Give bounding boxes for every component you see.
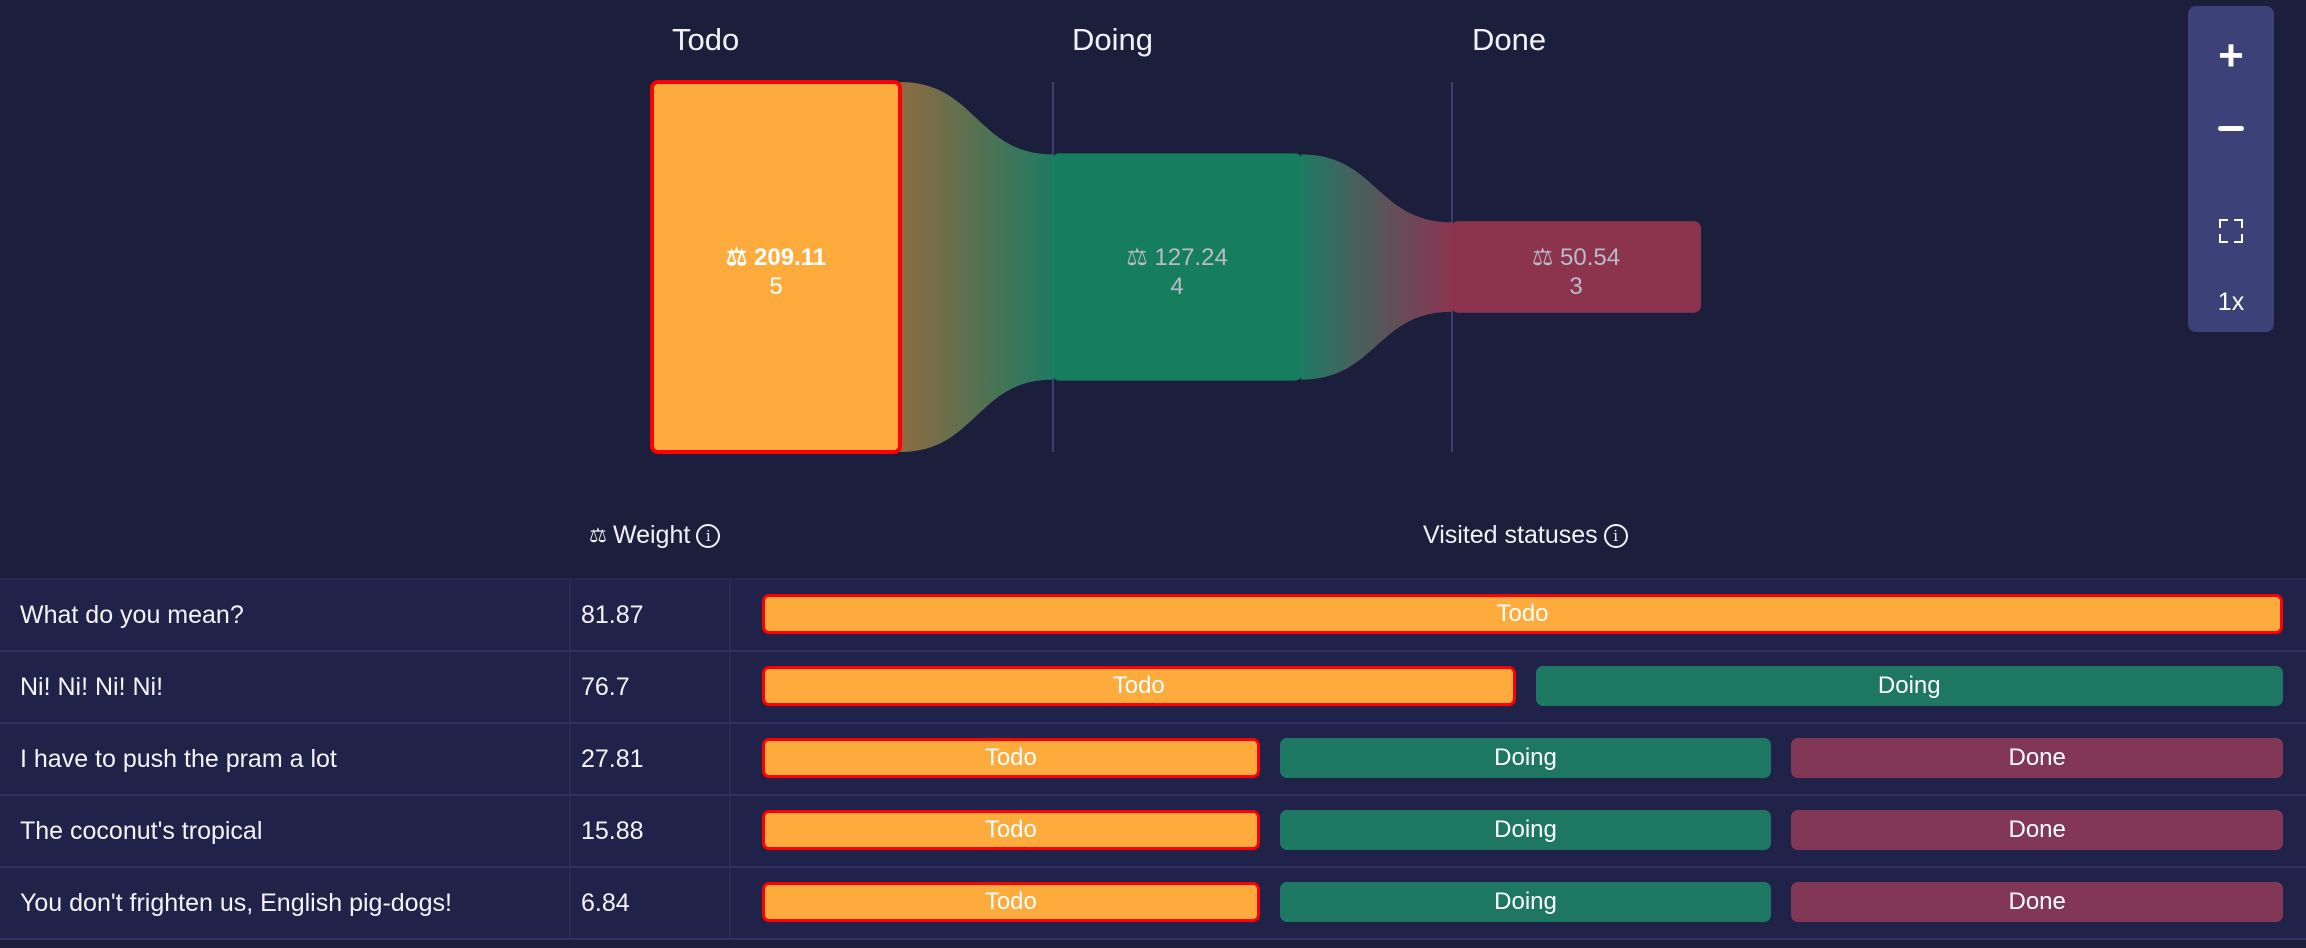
status-bar-doing[interactable]: Doing (1279, 810, 1772, 850)
column-divider (729, 796, 731, 866)
visited-statuses: Todo (762, 594, 2283, 634)
visited-statuses: Todo Doing Done (762, 738, 2284, 778)
status-bar-done[interactable]: Done (1791, 882, 2284, 922)
item-title[interactable]: You don't frighten us, English pig-dogs! (20, 868, 452, 938)
item-weight: 76.7 (581, 673, 630, 701)
status-bar-doing[interactable]: Doing (1535, 666, 2283, 706)
zoom-controls: + 1x (2188, 6, 2274, 332)
flow-todo-to-doing[interactable] (900, 82, 1053, 452)
status-bar-doing[interactable]: Doing (1279, 882, 1772, 922)
fit-to-screen-button[interactable] (2188, 219, 2274, 245)
visited-header-label: Visited statuses (1423, 521, 1598, 549)
column-divider (729, 724, 731, 794)
column-divider (569, 652, 571, 722)
status-bar-todo[interactable]: Todo (762, 810, 1260, 850)
item-title[interactable]: What do you mean? (20, 580, 244, 650)
item-title[interactable]: The coconut's tropical (20, 796, 262, 866)
flow-doing-to-done[interactable] (1301, 154, 1452, 380)
sankey-chart: ⚖ 209.115 ⚖ 127.244 ⚖ 50.543 (650, 80, 1701, 454)
table-row[interactable]: What do you mean? 81.87 Todo (0, 578, 2306, 652)
status-bar-todo[interactable]: Todo (762, 594, 2283, 634)
column-divider (569, 796, 571, 866)
info-icon[interactable]: i (696, 523, 721, 548)
zoom-level-button[interactable]: 1x (2188, 288, 2274, 317)
status-bar-todo[interactable]: Todo (762, 666, 1516, 706)
node-weight-label-done: ⚖ 50.54 (1532, 244, 1620, 271)
status-bar-done[interactable]: Done (1791, 810, 2284, 850)
node-weight-label-todo: ⚖ 209.11 (726, 244, 826, 271)
visited-statuses: Todo Doing Done (762, 810, 2284, 850)
visited-statuses: Todo Doing Done (762, 882, 2284, 922)
table-row[interactable]: The coconut's tropical 15.88 Todo Doing Done (0, 796, 2306, 868)
zoom-in-button[interactable]: + (2188, 34, 2274, 78)
fullscreen-icon (2219, 219, 2243, 243)
node-weight-label-doing: ⚖ 127.24 (1126, 244, 1228, 271)
status-bar-todo[interactable]: Todo (762, 738, 1260, 778)
status-bar-doing[interactable]: Doing (1279, 738, 1772, 778)
table-row[interactable]: You don't frighten us, English pig-dogs!… (0, 868, 2306, 940)
visited-statuses-column-header: Visited statuses i (1423, 521, 1628, 550)
item-weight: 27.81 (581, 745, 644, 773)
table-row[interactable]: Ni! Ni! Ni! Ni! 76.7 Todo Doing (0, 652, 2306, 724)
minus-icon (2218, 126, 2244, 131)
zoom-out-button[interactable] (2188, 126, 2274, 132)
weight-column-header[interactable]: ⚖ Weight i (589, 521, 721, 550)
column-divider (569, 580, 571, 650)
column-divider (729, 580, 731, 650)
status-bar-todo[interactable]: Todo (762, 882, 1260, 922)
items-table: What do you mean? 81.87 Todo Ni! Ni! Ni! Ni… (0, 578, 2306, 940)
item-weight: 81.87 (581, 601, 644, 629)
node-count-label-done: 3 (1569, 273, 1582, 300)
weight-header-label: Weight (612, 521, 691, 549)
column-divider (569, 724, 571, 794)
column-divider (729, 868, 731, 938)
table-row[interactable]: I have to push the pram a lot 27.81 Todo Do… (0, 724, 2306, 796)
node-count-label-todo: 5 (769, 273, 782, 300)
column-divider (569, 868, 571, 938)
node-count-label-doing: 4 (1170, 273, 1183, 300)
column-divider (729, 652, 731, 722)
info-icon[interactable]: i (1603, 523, 1628, 548)
item-title[interactable]: Ni! Ni! Ni! Ni! (20, 652, 163, 722)
visited-statuses: Todo Doing (762, 666, 2283, 706)
item-weight: 6.84 (581, 889, 630, 917)
item-weight: 15.88 (581, 817, 644, 845)
item-title[interactable]: I have to push the pram a lot (20, 724, 337, 794)
weight-scale-icon: ⚖ (589, 525, 607, 547)
status-bar-done[interactable]: Done (1791, 738, 2284, 778)
